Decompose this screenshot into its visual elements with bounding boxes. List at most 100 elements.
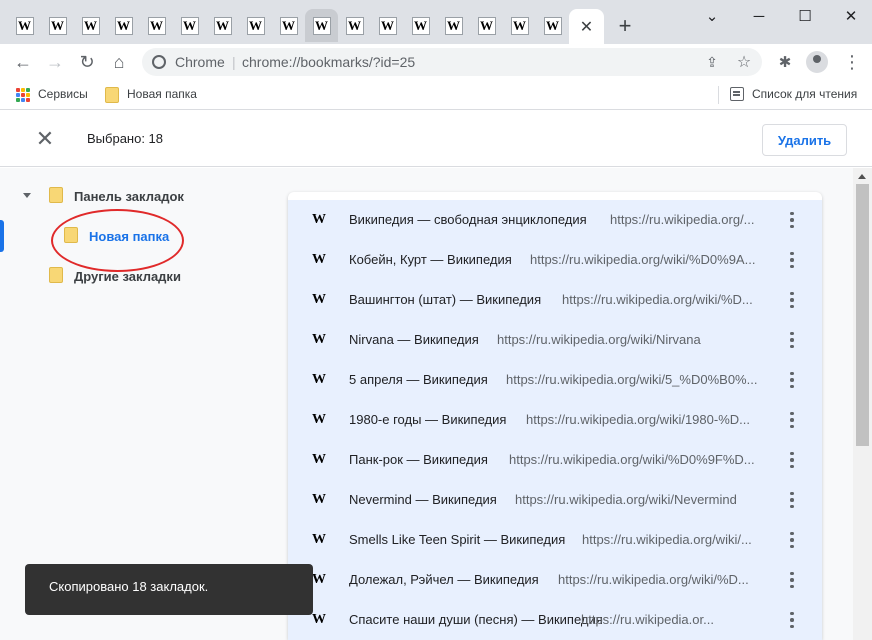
more-actions-icon[interactable] xyxy=(782,370,802,390)
bookmarks-manager: Панель закладок Новая папка Другие закла… xyxy=(0,168,872,640)
more-actions-icon[interactable] xyxy=(782,290,802,310)
extensions-icon[interactable]: ✱ xyxy=(771,48,799,76)
more-actions-icon[interactable] xyxy=(782,330,802,350)
browser-tab[interactable]: W xyxy=(503,9,536,42)
bookmark-row[interactable]: W Википедия — свободная энциклопедия https… xyxy=(288,200,822,240)
more-dot xyxy=(790,218,794,222)
more-dot xyxy=(790,571,794,576)
bookmark-row[interactable]: W Smells Like Teen Spirit — Википедия http… xyxy=(288,520,822,560)
bookmark-row[interactable]: W Панк-рок — Википедия https://ru.wikipedi… xyxy=(288,440,822,480)
tree-item-other-bookmarks[interactable]: Другие закладки xyxy=(74,269,181,284)
selection-count: Выбрано: 18 xyxy=(87,131,164,146)
more-actions-icon[interactable] xyxy=(782,530,802,550)
tab-close-icon[interactable]: ✕ xyxy=(580,17,593,37)
minimize-button[interactable]: ─ xyxy=(736,2,782,30)
apps-grid-dot xyxy=(26,88,30,92)
forward-button[interactable]: → xyxy=(41,48,69,76)
bookmark-row[interactable]: W 5 апреля — Википедия https://ru.wikipedi… xyxy=(288,360,822,400)
more-dot xyxy=(790,384,794,389)
address-bar[interactable]: Chrome | chrome://bookmarks/?id=25 ⇪ ☆ xyxy=(142,48,762,76)
collapse-arrow-icon[interactable] xyxy=(23,193,31,198)
reading-list-button[interactable]: Список для чтения xyxy=(752,87,857,101)
bookmark-url: https://ru.wikipedia.org/wiki/%D... xyxy=(558,572,749,587)
more-dot xyxy=(790,498,794,502)
browser-tab[interactable]: W xyxy=(437,9,470,42)
browser-tab[interactable]: W xyxy=(305,9,338,42)
reload-button[interactable]: ↻ xyxy=(73,48,101,76)
browser-tab[interactable]: W xyxy=(371,9,404,42)
more-actions-icon[interactable] xyxy=(782,450,802,470)
apps-shortcut[interactable]: Сервисы xyxy=(38,87,88,101)
maximize-button[interactable]: ☐ xyxy=(782,2,828,30)
page-scrollbar[interactable] xyxy=(853,168,872,640)
more-actions-icon[interactable] xyxy=(782,210,802,230)
browser-tab[interactable]: W xyxy=(272,9,305,42)
browser-tab[interactable]: W xyxy=(239,9,272,42)
home-button[interactable]: ⌂ xyxy=(105,48,133,76)
bookmark-row[interactable]: W Кобейн, Курт — Википедия https://ru.wiki… xyxy=(288,240,822,280)
tree-item-bookmarks-bar[interactable]: Панель закладок xyxy=(74,189,184,204)
browser-tab[interactable]: W xyxy=(470,9,503,42)
wikipedia-favicon-icon: W xyxy=(378,16,397,35)
bookmark-row[interactable]: W Долежал, Рэйчел — Википедия https://ru.w… xyxy=(288,560,822,600)
wikipedia-favicon-icon: W xyxy=(147,16,166,35)
more-dot xyxy=(790,611,794,616)
more-dot xyxy=(790,411,794,416)
more-dot xyxy=(790,378,794,382)
apps-grid-icon[interactable] xyxy=(16,88,30,102)
clear-selection-button[interactable]: ✕ xyxy=(34,126,56,151)
wikipedia-favicon-icon: W xyxy=(312,16,331,35)
scrollbar-thumb[interactable] xyxy=(856,184,869,446)
apps-grid-dot xyxy=(16,98,20,102)
wikipedia-favicon-icon: W xyxy=(477,16,496,35)
wikipedia-favicon-icon: W xyxy=(411,16,430,35)
browser-tab[interactable]: W xyxy=(338,9,371,42)
wikipedia-favicon-icon: W xyxy=(312,452,326,467)
more-actions-icon[interactable] xyxy=(782,570,802,590)
browser-tab[interactable]: W xyxy=(404,9,437,42)
delete-button[interactable]: Удалить xyxy=(762,124,847,156)
more-dot xyxy=(790,584,794,589)
browser-tab[interactable]: W xyxy=(41,9,74,42)
browser-tab[interactable]: W xyxy=(173,9,206,42)
browser-tab[interactable]: W xyxy=(536,9,569,42)
tab-search-icon[interactable]: ⌄ xyxy=(689,2,735,30)
active-tab[interactable]: ✕ xyxy=(569,9,604,44)
bookmark-row[interactable]: W Nirvana — Википедия https://ru.wikipedia… xyxy=(288,320,822,360)
share-icon[interactable]: ⇪ xyxy=(702,52,722,72)
more-actions-icon[interactable] xyxy=(782,610,802,630)
more-dot xyxy=(790,258,794,262)
bookmark-star-icon[interactable]: ☆ xyxy=(734,52,754,72)
more-dot xyxy=(790,451,794,456)
reading-list-icon[interactable] xyxy=(730,87,744,101)
wikipedia-favicon-icon: W xyxy=(312,612,326,627)
wikipedia-favicon-icon: W xyxy=(246,16,265,35)
browser-tab[interactable]: W xyxy=(206,9,239,42)
back-button[interactable]: ← xyxy=(9,48,37,76)
url-text[interactable]: chrome://bookmarks/?id=25 xyxy=(242,54,415,70)
new-tab-button[interactable]: + xyxy=(611,12,639,40)
more-actions-icon[interactable] xyxy=(782,250,802,270)
window-close-button[interactable]: ✕ xyxy=(828,2,872,30)
bookmarks-bar: Сервисы Новая папка Список для чтения xyxy=(0,80,872,110)
wikipedia-favicon-icon: W xyxy=(180,16,199,35)
bookmark-row[interactable]: W Спасите наши души (песня) — Википедия ht… xyxy=(288,600,822,640)
bookmarks-bar-folder[interactable]: Новая папка xyxy=(127,87,197,101)
bookmark-list: W Википедия — свободная энциклопедия https… xyxy=(288,192,822,640)
more-actions-icon[interactable] xyxy=(782,490,802,510)
profile-avatar[interactable] xyxy=(806,51,828,73)
browser-tab[interactable]: W xyxy=(74,9,107,42)
bookmark-row[interactable]: W 1980-е годы — Википедия https://ru.wikip… xyxy=(288,400,822,440)
bookmark-url: https://ru.wikipedia.org/wiki/%D0%9F%D..… xyxy=(509,452,755,467)
browser-tab[interactable]: W xyxy=(8,9,41,42)
scroll-up-arrow-icon[interactable] xyxy=(858,174,866,179)
bookmark-row[interactable]: W Вашингтон (штат) — Википедия https://ru.… xyxy=(288,280,822,320)
chrome-menu-icon[interactable]: ⋮ xyxy=(838,48,866,76)
bookmark-row[interactable]: W Nevermind — Википедия https://ru.wikiped… xyxy=(288,480,822,520)
browser-tab[interactable]: W xyxy=(107,9,140,42)
tab-strip: ⌄ ─ ☐ ✕ + W W W W W W W W W W W W W W W W W ✕ xyxy=(0,0,872,44)
browser-tab[interactable]: W xyxy=(140,9,173,42)
apps-grid-dot xyxy=(21,93,25,97)
more-actions-icon[interactable] xyxy=(782,410,802,430)
bookmark-title: Панк-рок — Википедия xyxy=(349,452,488,467)
